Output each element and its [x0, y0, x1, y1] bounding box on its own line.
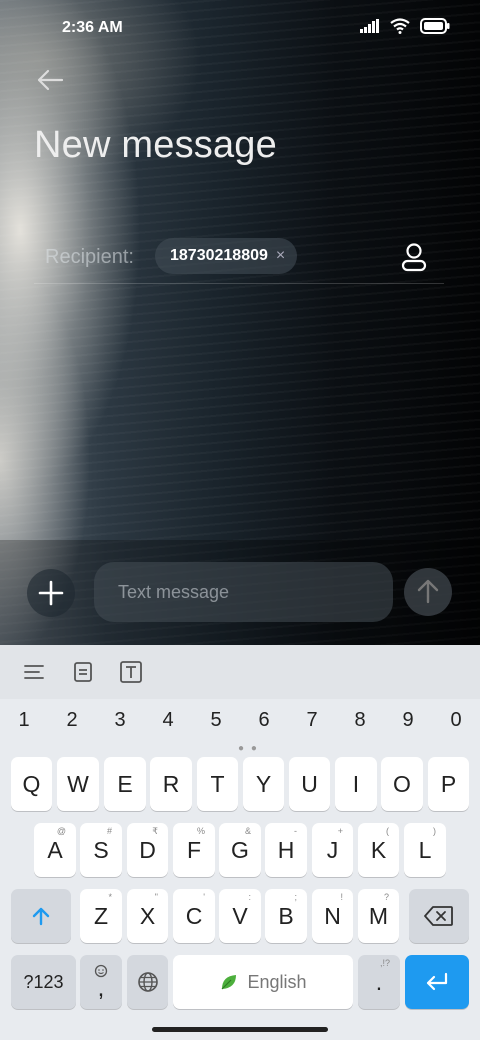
key-v[interactable]: :V	[219, 889, 261, 943]
page-indicator-dots: ● ●	[238, 743, 259, 754]
key-j[interactable]: + J	[312, 823, 353, 877]
text-box-icon[interactable]	[119, 660, 143, 684]
key-7[interactable]: 7	[288, 709, 336, 732]
key-h[interactable]: -H	[265, 823, 307, 877]
key-i[interactable]: I	[335, 757, 377, 811]
enter-key[interactable]	[405, 955, 469, 1009]
contact-person-icon	[401, 243, 427, 272]
back-button[interactable]	[34, 64, 66, 96]
recipient-row: Recipient: 18730218809 ×	[34, 232, 444, 284]
arrow-up-icon	[417, 579, 439, 604]
comma-label: ,	[97, 975, 105, 1002]
key-e[interactable]: E	[104, 757, 146, 811]
back-arrow-icon	[37, 69, 64, 91]
key-o[interactable]: O	[381, 757, 423, 811]
key-4[interactable]: 4	[144, 709, 192, 732]
leaf-icon	[222, 975, 237, 990]
menu-icon[interactable]	[22, 660, 46, 684]
shift-key[interactable]	[11, 889, 71, 943]
clipboard-icon[interactable]	[71, 660, 95, 684]
status-bar: 2:36 AM	[0, 0, 480, 56]
add-attachment-button[interactable]	[27, 569, 75, 617]
battery-icon	[420, 18, 450, 34]
key-0[interactable]: 0	[432, 709, 480, 732]
key-d[interactable]: ₹ D	[127, 823, 168, 877]
key-q[interactable]: Q	[11, 757, 52, 811]
backspace-icon	[424, 906, 453, 926]
recipient-chip-number: 18730218809	[170, 247, 268, 264]
key-2[interactable]: 2	[48, 709, 96, 732]
backspace-key[interactable]	[409, 889, 469, 943]
key-a[interactable]: @ A	[34, 823, 76, 877]
plus-icon	[38, 580, 64, 606]
key-s[interactable]: # S	[80, 823, 122, 877]
key-u[interactable]: U	[289, 757, 330, 811]
key-p[interactable]: P	[428, 757, 469, 811]
key-l[interactable]: ) L	[404, 823, 446, 877]
key-m[interactable]: ? M	[358, 889, 399, 943]
key-n[interactable]: ! N	[312, 889, 353, 943]
space-key-label: English	[247, 971, 307, 992]
emoji-comma-key[interactable]: ,	[80, 955, 122, 1009]
keyboard-toolbar	[0, 645, 480, 699]
recipient-label: Recipient:	[45, 246, 134, 268]
status-time: 2:36 AM	[62, 19, 123, 36]
key-6[interactable]: 6	[240, 709, 288, 732]
signal-icon	[360, 19, 379, 33]
key-k[interactable]: (K	[358, 823, 399, 877]
page-title: New message	[34, 124, 277, 166]
message-text-input[interactable]	[94, 562, 393, 622]
key-w[interactable]: W	[57, 757, 99, 811]
emoji-icon	[94, 964, 108, 978]
key-t[interactable]: T	[197, 757, 238, 811]
send-button[interactable]	[404, 568, 452, 616]
key-c[interactable]: ' C	[173, 889, 215, 943]
language-key[interactable]	[127, 955, 168, 1009]
key-1[interactable]: 1	[0, 709, 48, 732]
home-indicator[interactable]	[152, 1027, 328, 1032]
key-g[interactable]: & G	[219, 823, 261, 877]
globe-icon	[137, 972, 158, 992]
key-z[interactable]: * Z	[80, 889, 122, 943]
contact-picker-button[interactable]	[400, 242, 428, 272]
symbols-key[interactable]: ?123	[11, 955, 76, 1009]
key-9[interactable]: 9	[384, 709, 432, 732]
shift-arrow-icon	[32, 907, 50, 926]
recipient-chip[interactable]: 18730218809 ×	[155, 238, 298, 274]
chip-remove-icon[interactable]: ×	[276, 247, 285, 265]
key-x[interactable]: " X	[127, 889, 168, 943]
space-key[interactable]: English	[173, 955, 353, 1009]
key-r[interactable]: R	[150, 757, 192, 811]
key-3[interactable]: 3	[96, 709, 144, 732]
key-5[interactable]: 5	[192, 709, 240, 732]
period-key[interactable]: ,!? .	[358, 955, 400, 1009]
key-f[interactable]: % F	[173, 823, 215, 877]
keyboard: 1 2 3 4 5 6 7 8 9 0 ● ● Q W E R T Y U I …	[0, 645, 480, 1040]
key-y[interactable]: Y	[243, 757, 284, 811]
key-8[interactable]: 8	[336, 709, 384, 732]
key-b[interactable]: ; B	[265, 889, 307, 943]
number-row: 1 2 3 4 5 6 7 8 9 0	[0, 709, 480, 739]
enter-arrow-icon	[426, 972, 448, 991]
wifi-icon	[390, 18, 410, 34]
status-icons	[360, 18, 450, 34]
